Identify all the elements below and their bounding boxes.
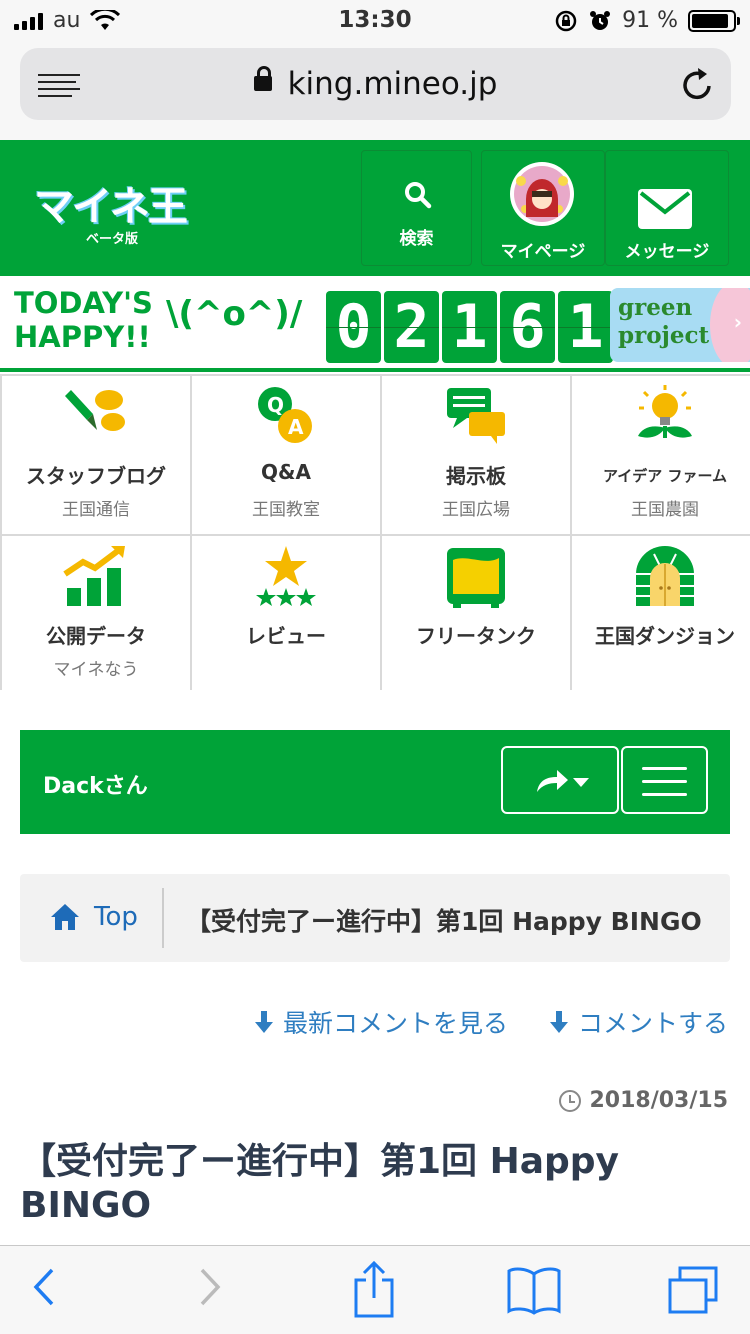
comment-links: 最新コメントを見る コメントする <box>253 1004 728 1040</box>
happy-counter: 0 2 1 6 1 <box>326 291 613 363</box>
todays-happy-banner: TODAY'S HAPPY!! \(^o^)/ 0 2 1 6 1 green … <box>0 276 750 372</box>
counter-digit: 1 <box>558 291 613 363</box>
bookmarks-icon[interactable] <box>506 1266 562 1316</box>
nav-title: アイデア ファーム <box>602 467 728 485</box>
nav-title: スタッフブログ <box>26 464 166 488</box>
green-project-banner[interactable]: green project › <box>610 288 750 362</box>
qa-bubbles-icon: Q A <box>258 387 312 443</box>
nav-title: 公開データ <box>46 624 146 648</box>
counter-digit: 6 <box>500 291 555 363</box>
cherry-blossom-icon <box>710 288 750 362</box>
nav-subtitle: 王国通信 <box>62 500 130 520</box>
nav-item-board[interactable]: 掲示板 王国広場 <box>382 376 570 534</box>
envelope-icon <box>638 189 692 229</box>
nav-item-staff-blog[interactable]: スタッフブログ 王国通信 <box>2 376 190 534</box>
counter-digit: 1 <box>442 291 497 363</box>
home-icon <box>51 904 79 930</box>
breadcrumb-current: 【受付完了ー進行中】第1回 Happy BINGO <box>186 907 702 936</box>
happy-line1: TODAY'S <box>14 286 153 320</box>
nav-grid: スタッフブログ 王国通信 Q A Q&A 王国教室 掲示板 王国広場 アイデア … <box>0 374 750 694</box>
pen-chat-icon <box>65 390 125 431</box>
nav-item-public-data[interactable]: 公開データ マイネなう <box>2 536 190 694</box>
url-text: king.mineo.jp <box>287 66 498 102</box>
user-name[interactable]: Dackさん <box>43 768 148 800</box>
post-comment-link[interactable]: コメントする <box>548 1004 728 1040</box>
happy-face-emoticon: \(^o^)/ <box>166 294 303 334</box>
nav-subtitle: 王国農園 <box>631 500 699 520</box>
hamburger-menu-button[interactable] <box>621 746 708 814</box>
view-latest-comments-label: 最新コメントを見る <box>282 1009 508 1038</box>
clock-icon <box>559 1089 582 1112</box>
post-date: 2018/03/15 <box>559 1088 728 1113</box>
share-dropdown-button[interactable] <box>501 746 619 814</box>
todays-happy-label: TODAY'S HAPPY!! <box>14 286 153 354</box>
nav-item-idea-farm[interactable]: アイデア ファーム 王国農園 <box>572 376 750 534</box>
share-arrow-icon <box>537 770 568 792</box>
view-latest-comments-link[interactable]: 最新コメントを見る <box>253 1004 508 1040</box>
message-button[interactable]: メッセージ <box>605 150 729 266</box>
mypage-button[interactable]: マイページ <box>481 150 605 266</box>
counter-digit: 0 <box>326 291 381 363</box>
post-comment-label: コメントする <box>577 1009 728 1038</box>
post-title: 【受付完了ー進行中】第1回 Happy BINGO <box>20 1141 620 1226</box>
svg-text:A: A <box>288 415 304 439</box>
arrow-down-icon <box>254 1011 273 1033</box>
alarm-icon <box>590 10 611 30</box>
lightbulb-sprout-icon <box>638 385 692 438</box>
caret-down-icon <box>573 778 589 787</box>
lock-icon <box>253 66 272 91</box>
avatar <box>510 162 574 226</box>
nav-item-free-tank[interactable]: フリータンク <box>382 536 570 694</box>
search-label: 検索 <box>399 229 434 249</box>
browser-address-area: king.mineo.jp <box>0 40 750 140</box>
svg-text:Q: Q <box>267 393 284 417</box>
mypage-label: マイページ <box>500 242 586 262</box>
nav-title: 王国ダンジョン <box>595 624 735 648</box>
arrow-down-icon <box>549 1011 568 1033</box>
tank-icon <box>447 548 505 608</box>
nav-item-review[interactable]: レビュー <box>192 536 380 694</box>
stars-icon <box>256 546 316 606</box>
logo-text: マイネ王 <box>34 184 188 230</box>
breadcrumb-top-link[interactable]: Top <box>94 902 138 932</box>
site-header: マイネ王 ベータ版 検索 マイページ メッセージ <box>0 140 750 276</box>
battery-percent: 91 % <box>622 8 678 33</box>
post-date-text: 2018/03/15 <box>589 1088 728 1113</box>
site-logo[interactable]: マイネ王 ベータ版 <box>34 174 194 247</box>
address-bar[interactable]: king.mineo.jp <box>20 48 731 120</box>
green-project-line1: green <box>618 294 693 321</box>
back-icon[interactable] <box>30 1264 58 1310</box>
search-button[interactable]: 検索 <box>361 150 472 266</box>
status-bar: au 13:30 91 % <box>0 0 750 40</box>
counter-digit: 2 <box>384 291 439 363</box>
nav-title: レビュー <box>246 624 326 648</box>
forward-icon[interactable] <box>196 1264 224 1310</box>
dungeon-door-icon <box>636 546 694 606</box>
nav-title: フリータンク <box>416 624 536 648</box>
search-icon <box>405 182 432 209</box>
tabs-icon[interactable] <box>666 1264 720 1316</box>
happy-line2: HAPPY!! <box>14 320 151 354</box>
breadcrumb: Top 【受付完了ー進行中】第1回 Happy BINGO <box>20 874 730 962</box>
nav-title: 掲示板 <box>446 464 506 488</box>
reload-icon[interactable] <box>681 66 715 102</box>
user-bar: Dackさん <box>20 730 730 834</box>
board-chat-icon <box>447 388 505 444</box>
green-project-line2: project <box>618 322 710 349</box>
nav-item-dungeon[interactable]: 王国ダンジョン <box>572 536 750 694</box>
share-icon[interactable] <box>352 1260 396 1318</box>
nav-subtitle: 王国教室 <box>252 500 320 520</box>
chevron-right-icon: › <box>733 310 742 334</box>
battery-icon <box>688 9 740 32</box>
bar-chart-icon <box>63 546 125 606</box>
browser-toolbar <box>0 1245 750 1334</box>
nav-subtitle: マイネなう <box>53 660 139 680</box>
nav-item-qa[interactable]: Q A Q&A 王国教室 <box>192 376 380 534</box>
rotation-lock-icon <box>555 10 577 31</box>
message-label: メッセージ <box>624 242 710 262</box>
breadcrumb-home[interactable]: Top <box>50 902 138 932</box>
nav-title: Q&A <box>261 460 311 484</box>
breadcrumb-separator <box>162 888 164 948</box>
nav-subtitle: 王国広場 <box>442 500 510 520</box>
